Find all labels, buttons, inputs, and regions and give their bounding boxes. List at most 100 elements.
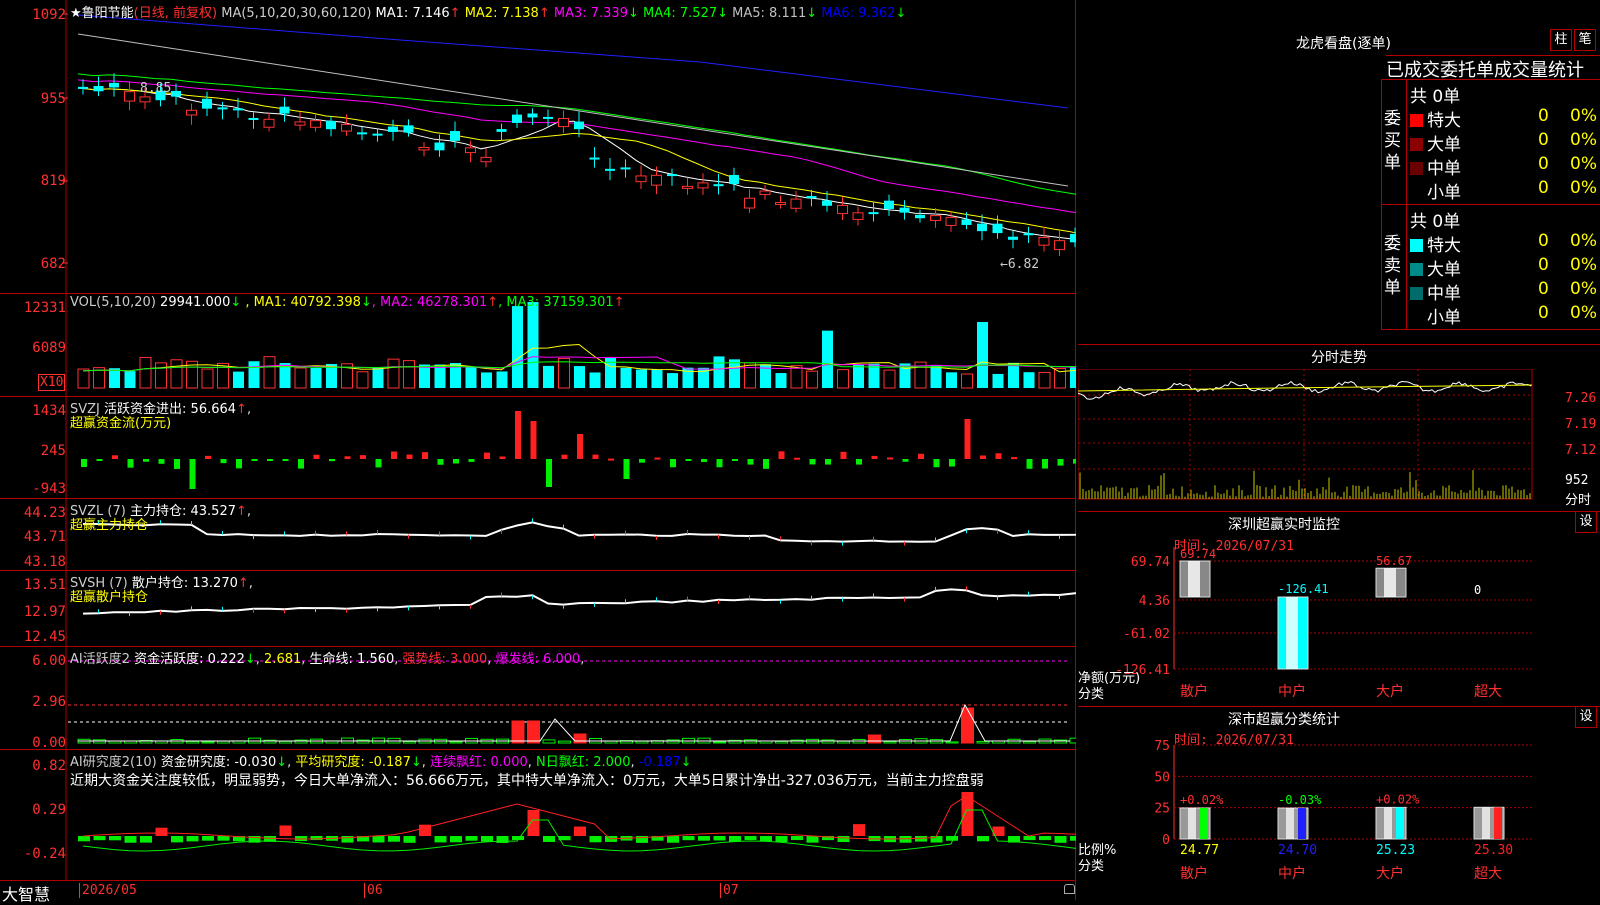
candle <box>310 114 321 132</box>
fs-vol-label: 952 <box>1565 473 1589 488</box>
volume-bar <box>946 372 957 388</box>
vol-ma-arrow-3: ↑ <box>613 295 625 310</box>
ai1-p3: 生命线: 1.560 <box>309 652 395 667</box>
candle <box>744 189 755 213</box>
candle <box>512 109 522 129</box>
candle <box>326 115 336 137</box>
ai2-p4: N日飘红: 2.000 <box>536 755 631 770</box>
ai1-p1: 资金活跃度: 0.222 <box>134 652 245 667</box>
buy-pct-3: 0% <box>1570 178 1597 198</box>
svzj-bar <box>484 452 490 459</box>
sz-category: 大户 <box>1376 683 1404 700</box>
intraday-panel[interactable]: 分时走势 7.26 7.19 7.12 952 分时 <box>1078 344 1600 512</box>
ai2-p3: 连续飘红: 0.000 <box>430 755 528 770</box>
candle <box>263 112 275 132</box>
svzj-bar <box>468 459 475 462</box>
ai2-a2: ↓ <box>410 755 422 770</box>
kline-panel[interactable]: ★鲁阳节能(日线, 前复权) MA(5,10,20,30,60,120) MA1… <box>0 0 1076 294</box>
x-label-may: 2026/05 <box>79 883 137 898</box>
star-icon[interactable]: ★ <box>70 6 82 21</box>
volume-bar <box>419 364 430 388</box>
svzj-bar <box>282 459 289 461</box>
sz-bar-svg: 69.744.36-61.02-126.4169.74散户-126.41中户56… <box>1115 547 1532 700</box>
sell-count-3: 0 <box>1538 303 1549 323</box>
candle <box>357 127 367 141</box>
sell-name-2: 中单 <box>1427 284 1461 304</box>
volume-bar <box>543 365 554 388</box>
svzj-bar <box>840 451 847 459</box>
svsh-panel[interactable]: SVSH (7) 散户持仓: 13.270↑, 超赢散户持仓 13.51 12.… <box>0 571 1076 647</box>
candle <box>450 121 460 148</box>
volume-bar <box>310 367 322 388</box>
svzl-panel[interactable]: SVZL (7) 主力持仓: 43.527↑, 超赢主力持仓 44.23 43.… <box>0 499 1076 571</box>
candle <box>697 173 709 195</box>
ai2-bar <box>171 836 183 843</box>
ai2-p1: 资金研究度: -0.030 <box>160 755 277 770</box>
volume-bar <box>155 362 167 389</box>
ai2-bar <box>124 836 137 843</box>
sc-category: 散户 <box>1180 865 1208 882</box>
sc-value-label: 24.70 <box>1278 843 1317 858</box>
sell-swatch-0 <box>1410 239 1423 252</box>
sc-change-label: -0.03% <box>1278 793 1322 807</box>
svzj-bar <box>995 453 1002 459</box>
volume-bar <box>294 367 307 389</box>
svzj-bar <box>778 451 785 459</box>
app-name: 大智慧 <box>2 885 51 904</box>
sc-ytick-2: 25 <box>1154 802 1170 817</box>
volume-bar <box>1038 371 1051 389</box>
vol-value: 29941.000 <box>160 295 231 310</box>
high-price-label: 8.85 <box>140 81 172 96</box>
svzj-bar <box>608 458 614 461</box>
ai-activity-panel[interactable]: AI活跃度2 资金活跃度: 0.222↓, 2.681, 生命线: 1.560,… <box>0 647 1076 751</box>
buy-swatch-1 <box>1410 138 1423 151</box>
ai2-p2: 平均研究度: -0.187 <box>295 755 411 770</box>
tick-mode-button[interactable]: 笔 <box>1574 29 1596 51</box>
sc-bar <box>1473 806 1505 840</box>
fs-ytick-3: 7.12 <box>1565 443 1597 458</box>
candle <box>294 111 306 131</box>
fs-ytick-2: 7.19 <box>1565 417 1597 432</box>
right-panel: 龙虎看盘(逐单) 柱 笔 已成交委托单成交量统计 委买单 共 0单 特大 0 0% 大… <box>1078 0 1600 900</box>
svzj-bar <box>592 454 599 459</box>
buy-pct-2: 0% <box>1570 154 1597 174</box>
ma-value-4: MA4: 7.527 <box>638 6 718 21</box>
bar-mode-button[interactable]: 柱 <box>1550 29 1572 51</box>
sz-ytick-0: 69.74 <box>1131 555 1170 570</box>
sell-count-2: 0 <box>1538 279 1549 299</box>
svsh-arrow: ↑ <box>237 576 249 591</box>
volume-bar <box>620 367 632 388</box>
buy-pct-1: 0% <box>1570 130 1597 150</box>
svzl-arrow: ↑ <box>235 504 247 519</box>
svzj-bar <box>205 455 211 459</box>
svzj-bar <box>298 459 304 469</box>
volume-bar <box>930 365 942 388</box>
svzj-bar <box>158 459 165 464</box>
ma-arrow-2: ↑ <box>538 6 550 21</box>
svzj-bar <box>81 459 87 468</box>
svzj-subtitle: 超赢资金流(万元) <box>70 416 172 431</box>
sz-monitor-panel[interactable]: 深圳超赢实时监控 设 时间: 2026/07/31 69.74 4.36 -61.0… <box>1078 511 1600 707</box>
ai-research-panel[interactable]: AI研究度2(10) 资金研究度: -0.030↓, 平均研究度: -0.187… <box>0 750 1076 881</box>
volume-bar <box>1008 362 1019 388</box>
ai2-bar <box>791 836 803 841</box>
buy-name-2: 中单 <box>1427 159 1461 179</box>
ai2-bar <box>837 836 850 843</box>
candle <box>620 159 631 178</box>
svzj-bar <box>143 459 149 462</box>
lock-icon[interactable] <box>1064 884 1075 894</box>
buy-name-3: 小单 <box>1427 183 1461 203</box>
ai2-bar <box>388 836 400 842</box>
volume-panel[interactable]: VOL(5,10,20) 29941.000↓ , MA1: 40792.398… <box>0 294 1076 397</box>
sc-stat-panel[interactable]: 深市超赢分类统计 设 时间: 2026/07/31 75 50 25 0 +0.02% 2… <box>1078 706 1600 900</box>
sell-swatch-1 <box>1410 263 1423 276</box>
ai-research-header: AI研究度2(10) 资金研究度: -0.030↓, 平均研究度: -0.187… <box>70 755 692 770</box>
candle <box>837 196 848 220</box>
svzj-bar <box>530 421 537 459</box>
fs-unit: 分时 <box>1565 493 1592 508</box>
left-chart-area[interactable]: ★鲁阳节能(日线, 前复权) MA(5,10,20,30,60,120) MA1… <box>0 0 1076 904</box>
svzj-panel[interactable]: SVZJ 活跃资金进出: 56.664↑, 超赢资金流(万元) 1434 245… <box>0 397 1076 499</box>
sz-bar <box>1277 596 1309 670</box>
buy-name-1: 大单 <box>1427 135 1461 155</box>
candle <box>977 214 987 241</box>
